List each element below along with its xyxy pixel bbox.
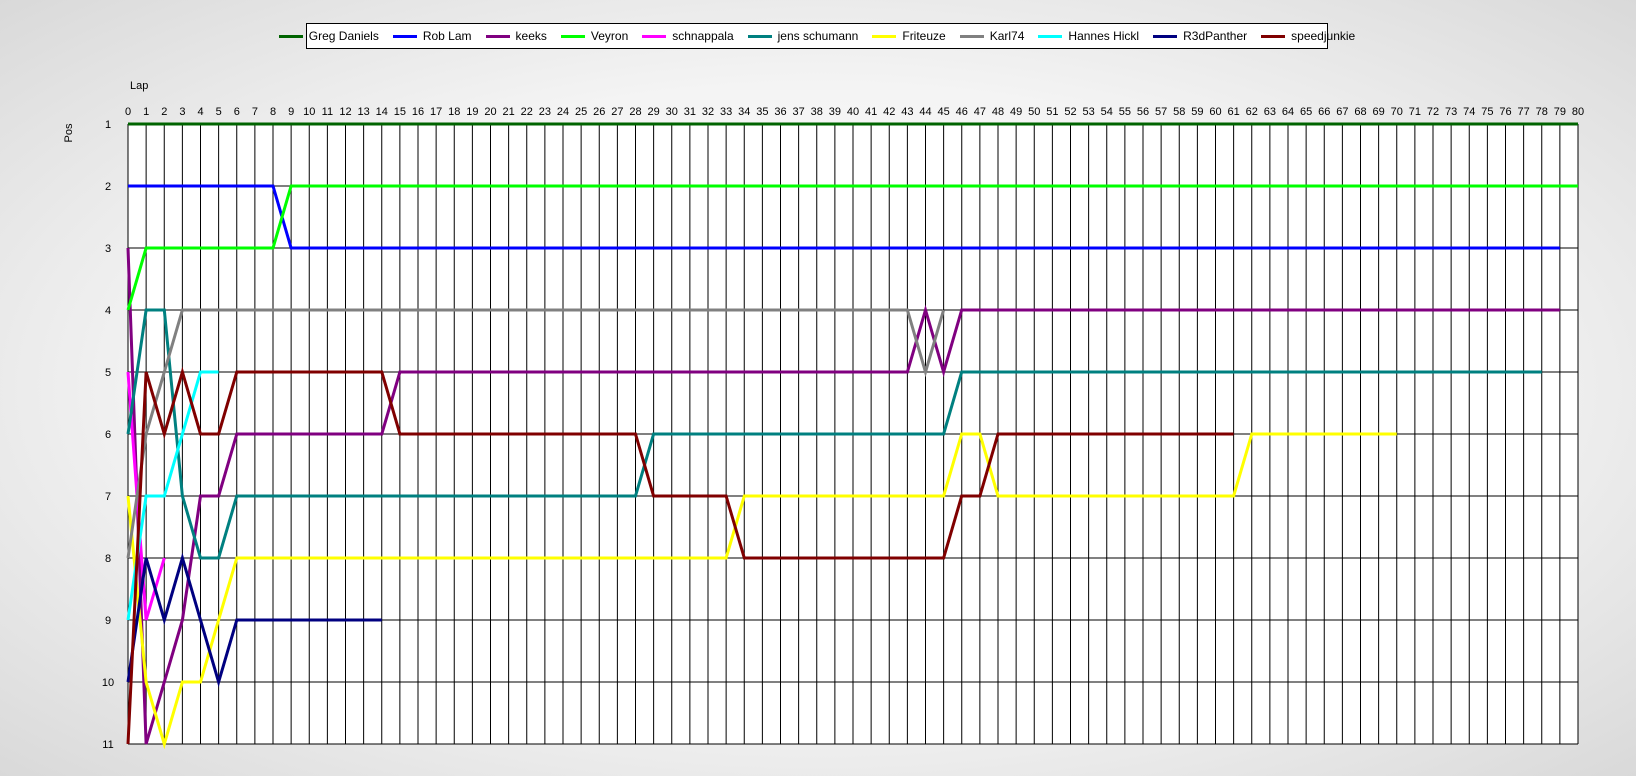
x-tick-label: 12 — [339, 106, 351, 118]
x-tick-label: 25 — [575, 106, 587, 118]
x-tick-label: 5 — [216, 106, 222, 118]
x-tick-label: 60 — [1209, 106, 1221, 118]
x-tick-label: 50 — [1028, 106, 1040, 118]
x-axis-label: Lap — [130, 80, 148, 92]
y-tick-label: 10 — [102, 677, 114, 689]
y-tick-label: 6 — [105, 429, 111, 441]
y-tick-label: 2 — [105, 181, 111, 193]
y-tick-label: 5 — [105, 367, 111, 379]
y-tick-label: 3 — [105, 243, 111, 255]
x-tick-label: 39 — [829, 106, 841, 118]
x-tick-label: 76 — [1499, 106, 1511, 118]
x-tick-label: 66 — [1318, 106, 1330, 118]
x-tick-label: 2 — [161, 106, 167, 118]
x-tick-label: 34 — [738, 106, 750, 118]
x-tick-label: 13 — [358, 106, 370, 118]
x-tick-label: 49 — [1010, 106, 1022, 118]
x-tick-label: 47 — [974, 106, 986, 118]
x-tick-label: 31 — [684, 106, 696, 118]
x-tick-label: 79 — [1554, 106, 1566, 118]
x-tick-label: 35 — [756, 106, 768, 118]
x-tick-label: 10 — [303, 106, 315, 118]
x-tick-label: 11 — [322, 106, 333, 118]
x-tick-label: 51 — [1046, 106, 1058, 118]
x-tick-label: 75 — [1481, 106, 1493, 118]
x-tick-label: 6 — [234, 106, 240, 118]
x-tick-label: 55 — [1119, 106, 1131, 118]
x-tick-label: 24 — [557, 106, 569, 118]
y-axis-label: Pos — [63, 123, 75, 142]
x-tick-label: 59 — [1191, 106, 1203, 118]
x-tick-label: 26 — [593, 106, 605, 118]
x-tick-label: 64 — [1282, 106, 1294, 118]
x-tick-label: 4 — [197, 106, 203, 118]
x-tick-label: 73 — [1445, 106, 1457, 118]
x-tick-label: 80 — [1572, 106, 1584, 118]
x-tick-label: 56 — [1137, 106, 1149, 118]
x-tick-label: 53 — [1083, 106, 1095, 118]
x-tick-label: 77 — [1518, 106, 1530, 118]
x-tick-label: 29 — [648, 106, 660, 118]
x-tick-label: 30 — [666, 106, 678, 118]
x-tick-label: 28 — [629, 106, 641, 118]
x-tick-label: 38 — [811, 106, 823, 118]
x-tick-label: 18 — [448, 106, 460, 118]
x-tick-label: 68 — [1354, 106, 1366, 118]
x-tick-label: 14 — [376, 106, 388, 118]
x-tick-label: 42 — [883, 106, 895, 118]
x-tick-label: 65 — [1300, 106, 1312, 118]
x-tick-label: 9 — [288, 106, 294, 118]
x-tick-label: 8 — [270, 106, 276, 118]
x-tick-label: 57 — [1155, 106, 1167, 118]
x-tick-label: 58 — [1173, 106, 1185, 118]
x-tick-label: 48 — [992, 106, 1004, 118]
x-tick-label: 33 — [720, 106, 732, 118]
x-tick-label: 41 — [865, 106, 877, 118]
chart-stage: Greg Daniels Rob Lam keeks Veyron schnappala… — [0, 0, 1636, 776]
y-tick-label: 9 — [105, 615, 111, 627]
x-tick-label: 23 — [539, 106, 551, 118]
y-tick-label: 4 — [105, 305, 111, 317]
x-tick-label: 72 — [1427, 106, 1439, 118]
position-chart: 0 1 2 3 4 5 6 7 8 9 10 11 12 13 14 15 16 17 18 19 20 21 22 23 24… — [63, 80, 1584, 751]
x-tick-label: 0 — [125, 106, 131, 118]
x-tick-label: 36 — [774, 106, 786, 118]
x-tick-label: 69 — [1373, 106, 1385, 118]
y-tick-label: 7 — [105, 491, 111, 503]
x-tick-label: 32 — [702, 106, 714, 118]
x-tick-label: 52 — [1064, 106, 1076, 118]
x-tick-label: 71 — [1409, 106, 1421, 118]
x-tick-label: 17 — [430, 106, 442, 118]
x-tick-label: 40 — [847, 106, 859, 118]
x-tick-label: 62 — [1246, 106, 1258, 118]
x-tick-label: 61 — [1228, 106, 1240, 118]
x-tick-label: 7 — [252, 106, 258, 118]
x-tick-label: 74 — [1463, 106, 1475, 118]
x-tick-label: 15 — [394, 106, 406, 118]
x-tick-label: 44 — [919, 106, 931, 118]
y-tick-label: 11 — [102, 739, 113, 751]
x-tick-label: 63 — [1264, 106, 1276, 118]
x-tick-label: 21 — [503, 106, 515, 118]
y-tick-label: 8 — [105, 553, 111, 565]
x-tick-label: 20 — [484, 106, 496, 118]
x-tick-label: 67 — [1336, 106, 1348, 118]
x-tick-label: 78 — [1536, 106, 1548, 118]
x-tick-label: 54 — [1101, 106, 1113, 118]
x-tick-label: 1 — [143, 106, 149, 118]
x-tick-label: 46 — [956, 106, 968, 118]
x-tick-label: 27 — [611, 106, 623, 118]
y-tick-label: 1 — [105, 119, 111, 131]
x-tick-label: 45 — [938, 106, 950, 118]
x-tick-label: 3 — [179, 106, 185, 118]
x-tick-label: 43 — [901, 106, 913, 118]
x-tick-label: 70 — [1391, 106, 1403, 118]
x-tick-label: 16 — [412, 106, 424, 118]
x-tick-label: 22 — [521, 106, 533, 118]
x-tick-label: 19 — [466, 106, 478, 118]
x-tick-label: 37 — [793, 106, 805, 118]
